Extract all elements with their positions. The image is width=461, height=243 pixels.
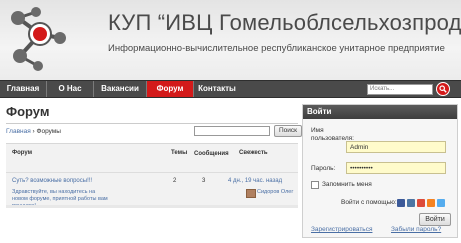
column-posts: Сообщения [194,151,229,157]
breadcrumb-home[interactable]: Главная [6,128,31,135]
forum-row-freshness[interactable]: 4 дн., 19 час. назад [228,178,282,184]
site-search-input[interactable]: Искать... [367,84,433,95]
forum-row-title[interactable]: Суть? возможные вопросы!!! [12,178,92,184]
forum-search-button[interactable]: Поиск [274,125,302,137]
social-login-label: Войти с помощью: [341,199,397,206]
remember-checkbox[interactable] [311,181,319,189]
main-nav: Главная О Нас Вакансии Форум Контакты Ис… [0,80,461,98]
remember-label: Запомнить меня [322,181,372,188]
row-divider [6,172,298,173]
odnoklassniki-icon[interactable] [427,199,435,207]
forum-search-input[interactable] [194,126,270,136]
password-field[interactable]: •••••••••• [346,162,446,174]
facebook-icon[interactable] [397,199,405,207]
search-icon [439,85,447,93]
forum-table: Форум Темы Сообщения Свежесть Суть? возм… [6,143,298,209]
column-freshness: Свежесть [239,150,268,156]
author-avatar [246,189,256,198]
register-link[interactable]: Зарегистрироваться [311,226,372,233]
logo[interactable] [6,4,68,72]
password-label: Пароль: [311,165,336,172]
breadcrumb: Главная › Форумы [6,128,61,135]
login-button[interactable]: Войти [419,213,451,226]
forum-row-author[interactable]: Сидоров Олег [257,189,293,195]
nav-item-vacancies[interactable]: Вакансии [94,81,147,97]
username-field[interactable]: Admin [346,141,446,153]
login-heading: Войти [303,105,457,119]
divider [6,123,298,124]
nav-item-contacts[interactable]: Контакты [194,81,240,97]
molecule-logo-icon [11,7,66,71]
username-label: Имя пользователя: [311,127,354,142]
google-icon[interactable] [417,199,425,207]
site-title: КУП “ИВЦ Гомельоблсельхозпрода” [108,10,461,35]
forgot-password-link[interactable]: Забыли пароль? [391,226,441,233]
column-forum: Форум [12,150,33,156]
page-title: Форум [6,104,50,119]
login-widget: Войти Имя пользователя: Admin Пароль: ••… [302,104,458,238]
nav-item-home[interactable]: Главная [0,81,47,97]
nav-item-about[interactable]: О Нас [47,81,94,97]
nav-item-forum[interactable]: Форум [147,81,194,97]
forum-row-topics: 2 [173,178,177,184]
table-footer [6,205,298,208]
site-search-button[interactable] [436,82,450,96]
vk-icon[interactable] [407,199,415,207]
breadcrumb-current: Форумы [36,128,61,135]
site-header: КУП “ИВЦ Гомельоблсельхозпрода” Информац… [0,0,461,80]
twitter-icon[interactable] [437,199,445,207]
site-subtitle: Информационно-вычислительное республикан… [108,43,445,54]
column-topics: Темы [171,150,188,156]
forum-row-posts: 3 [202,178,206,184]
